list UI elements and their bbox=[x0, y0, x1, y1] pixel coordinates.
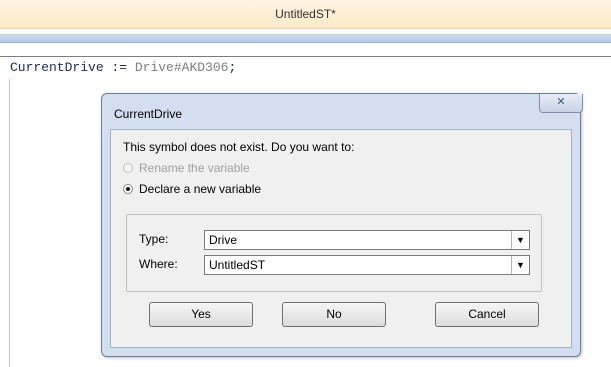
close-icon: ✕ bbox=[556, 96, 566, 108]
code-operator: := bbox=[103, 60, 135, 75]
type-combobox[interactable]: Drive ▼ bbox=[204, 230, 530, 250]
type-value: Drive bbox=[209, 233, 238, 247]
rename-radio bbox=[123, 163, 133, 173]
undefined-symbol-dialog: CurrentDrive ✕ This symbol does not exis… bbox=[101, 93, 583, 357]
code-terminator: ; bbox=[228, 60, 237, 75]
where-dropdown-icon[interactable]: ▼ bbox=[511, 256, 529, 274]
type-dropdown-icon[interactable]: ▼ bbox=[511, 231, 529, 249]
window-title: UntitledST* bbox=[0, 0, 611, 29]
type-label: Type: bbox=[139, 232, 169, 246]
code-line: CurrentDrive := Drive#AKD306; bbox=[10, 60, 236, 75]
rename-option: Rename the variable bbox=[123, 161, 250, 175]
where-label: Where: bbox=[139, 257, 178, 271]
toolbar-strip bbox=[0, 34, 611, 43]
where-value: UntitledST bbox=[209, 258, 266, 272]
code-identifier: CurrentDrive bbox=[10, 60, 104, 75]
dialog-title: CurrentDrive bbox=[114, 107, 183, 121]
no-button[interactable]: No bbox=[282, 302, 386, 327]
code-value: Drive#AKD306 bbox=[134, 60, 229, 75]
cancel-button[interactable]: Cancel bbox=[435, 302, 539, 327]
declare-option-label[interactable]: Declare a new variable bbox=[139, 182, 261, 196]
rename-option-label: Rename the variable bbox=[139, 161, 250, 175]
yes-button[interactable]: Yes bbox=[149, 302, 253, 327]
declare-radio[interactable] bbox=[123, 184, 133, 194]
where-combobox[interactable]: UntitledST ▼ bbox=[204, 255, 530, 275]
declaration-group: Type: Drive ▼ Where: UntitledST ▼ bbox=[126, 214, 542, 292]
dialog-prompt: This symbol does not exist. Do you want … bbox=[123, 140, 355, 154]
dialog-body: This symbol does not exist. Do you want … bbox=[110, 129, 572, 348]
declare-option[interactable]: Declare a new variable bbox=[123, 182, 261, 196]
editor-gutter bbox=[9, 79, 10, 367]
close-button[interactable]: ✕ bbox=[539, 94, 583, 113]
